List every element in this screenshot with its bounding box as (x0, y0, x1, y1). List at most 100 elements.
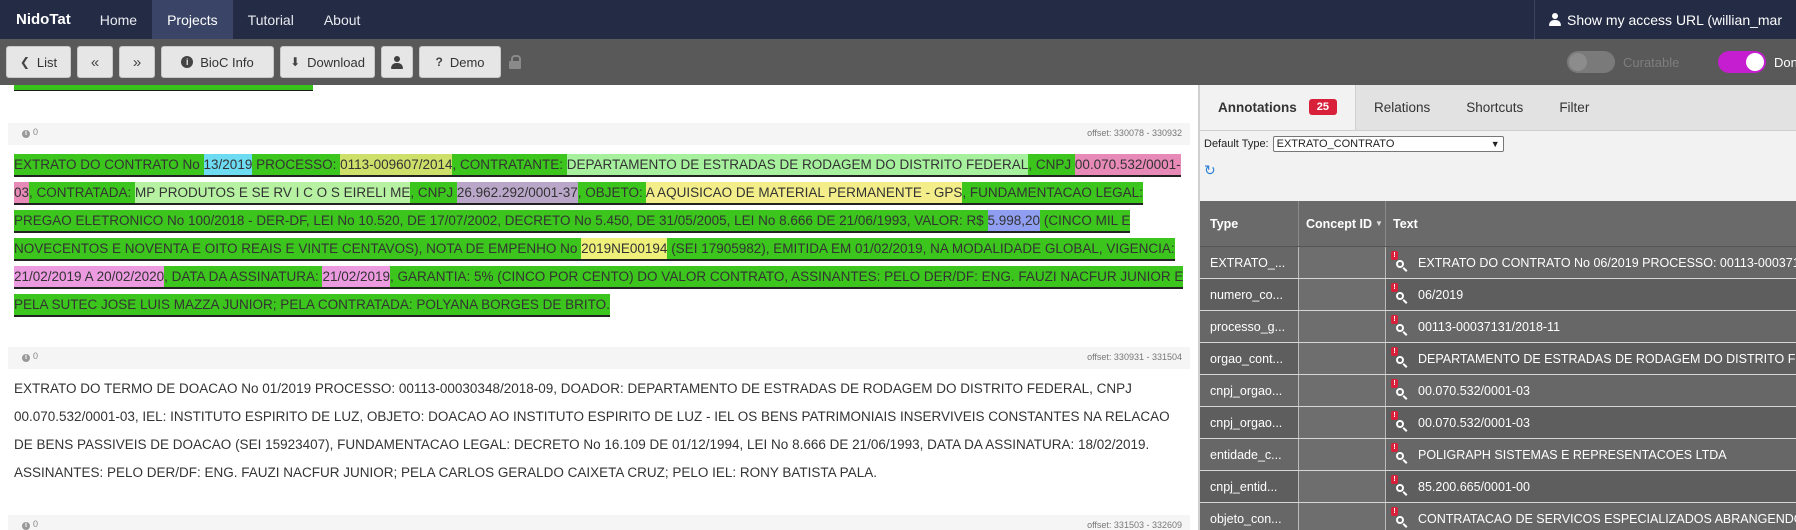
search-icon[interactable]: ! (1391, 442, 1409, 464)
annotation-span[interactable]: , OBJETO: (577, 182, 646, 205)
column-type[interactable]: Type (1200, 201, 1299, 246)
annotation-span[interactable]: A AQUISICAO DE MATERIAL PERMANENTE - GPS (645, 182, 963, 205)
table-row[interactable]: cnpj_orgao... ! 00.070.532/0001-03 (1200, 407, 1796, 439)
previous-document-button[interactable]: « (77, 46, 113, 78)
search-icon[interactable]: ! (1391, 346, 1409, 368)
cell-concept-id (1299, 311, 1386, 342)
passage-1: i0 offset: 330078 - 330932 EXTRATO DO CO… (8, 123, 1190, 319)
default-type-select[interactable]: EXTRATO_CONTRATO ▼ (1272, 136, 1504, 152)
cell-text: ! CONTRATACAO DE SERVICOS ESPECIALIZADOS … (1386, 503, 1796, 530)
annotation-panel: Annotations 25 Relations Shortcuts Filte… (1198, 85, 1796, 530)
done-switch[interactable] (1718, 51, 1766, 73)
passage-text[interactable]: EXTRATO DO CONTRATO No 13/2019 PROCESSO:… (8, 145, 1190, 319)
tab-annotations[interactable]: Annotations 25 (1200, 85, 1356, 130)
cell-text: ! 00.070.532/0001-03 (1386, 407, 1796, 438)
search-icon[interactable]: ! (1391, 378, 1409, 400)
cell-text: ! EXTRATO DO CONTRATO No 06/2019 PROCESSO… (1386, 247, 1796, 278)
column-text[interactable]: Text (1386, 201, 1796, 246)
done-label: Don (1774, 54, 1796, 70)
table-row[interactable]: cnpj_orgao... ! 00.070.532/0001-03 (1200, 375, 1796, 407)
access-url-link[interactable]: Show my access URL (willian_mar (1534, 0, 1796, 39)
annotation-span[interactable]: 21/02/2019 A 20/02/2020 (14, 266, 165, 289)
tab-annotations-label: Annotations (1218, 99, 1297, 115)
done-toggle[interactable]: Don (1718, 51, 1796, 73)
download-button[interactable]: ⬇ Download (280, 46, 375, 78)
curatable-switch[interactable] (1567, 51, 1615, 73)
list-button-label: List (36, 54, 58, 70)
annotation-span[interactable]: , CNPJ (410, 182, 457, 205)
passage-info-badge[interactable]: i0 (22, 127, 38, 138)
annotation-span[interactable]: 21/02/2019 (322, 266, 391, 289)
nav-tutorial[interactable]: Tutorial (233, 0, 309, 39)
demo-button[interactable]: ? Demo (419, 46, 501, 78)
nav-home[interactable]: Home (85, 0, 152, 39)
info-icon: i (22, 130, 30, 138)
search-icon[interactable]: ! (1391, 506, 1409, 528)
previous-passage-annotation[interactable] (14, 85, 313, 91)
default-type-row: Default Type: EXTRATO_CONTRATO ▼ (1200, 131, 1796, 157)
annotation-span[interactable]: (SEI 17905982), EMITIDA EM 01/02/2019, N… (667, 238, 1175, 261)
default-type-value: EXTRATO_CONTRATO (1276, 138, 1395, 150)
nav-projects[interactable]: Projects (152, 0, 233, 39)
annotation-span[interactable]: 0113-009607/2014 (340, 154, 453, 177)
passage-header: i0 offset: 330078 - 330932 (8, 123, 1190, 145)
search-icon[interactable]: ! (1391, 314, 1409, 336)
passage-info-badge[interactable]: i0 (22, 519, 38, 530)
passage-text[interactable]: EXTRATO DO TERMO DE DOACAO No 01/2019 PR… (8, 369, 1190, 487)
annotation-span[interactable]: , CNPJ (1028, 154, 1075, 177)
passage-header: i0 offset: 331503 - 332609 (8, 515, 1190, 530)
table-row[interactable]: cnpj_entid... ! 85.200.665/0001-00 (1200, 471, 1796, 503)
table-row[interactable]: entidade_c... ! POLIGRAPH SISTEMAS E REPRE… (1200, 439, 1796, 471)
table-row[interactable]: EXTRATO_... ! EXTRATO DO CONTRATO No 06/20… (1200, 247, 1796, 279)
annotation-span[interactable]: PROCESSO: (252, 154, 341, 177)
sort-icon: ▼ (1374, 219, 1383, 228)
tab-shortcuts[interactable]: Shortcuts (1448, 85, 1541, 130)
passage-offset: offset: 331503 - 332609 (1087, 520, 1182, 530)
annotation-span[interactable]: DEPARTAMENTO DE ESTRADAS DE RODAGEM DO D… (566, 154, 1029, 177)
annotation-span[interactable]: MP PRODUTOS E SE RV I C O S EIRELI ME (135, 182, 411, 205)
cell-type: processo_g... (1200, 311, 1299, 342)
next-document-button[interactable]: » (119, 46, 155, 78)
search-icon[interactable]: ! (1391, 474, 1409, 496)
tab-relations[interactable]: Relations (1356, 85, 1448, 130)
table-row[interactable]: numero_co... ! 06/2019 (1200, 279, 1796, 311)
brand-logo[interactable]: NidoTat (0, 0, 85, 39)
annotation-span[interactable]: , CONTRATANTE: (452, 154, 567, 177)
annotation-span[interactable]: 13/2019 (203, 154, 253, 177)
passage-2: i0 offset: 330931 - 331504 EXTRATO DO TE… (8, 347, 1190, 487)
cell-text: ! 06/2019 (1386, 279, 1796, 310)
column-concept-id[interactable]: Concept ID ▼ (1299, 201, 1386, 246)
annotation-span[interactable]: 5.998,20 (987, 210, 1041, 233)
cell-concept-id (1299, 471, 1386, 502)
search-icon[interactable]: ! (1391, 250, 1409, 272)
cell-concept-id (1299, 503, 1386, 530)
annotation-span[interactable]: 26.962.292/0001-37 (456, 182, 578, 205)
passage-offset: offset: 330931 - 331504 (1087, 352, 1182, 362)
table-row[interactable]: orgao_cont... ! DEPARTAMENTO DE ESTRADAS D… (1200, 343, 1796, 375)
annotation-span[interactable]: EXTRATO DO CONTRATO No (14, 154, 204, 177)
annotation-span[interactable]: , CONTRATADA: (29, 182, 136, 205)
curatable-toggle[interactable]: Curatable (1567, 51, 1679, 73)
top-navbar: NidoTat Home Projects Tutorial About Sho… (0, 0, 1796, 39)
annotation-span[interactable]: , DATA DA ASSINATURA: (164, 266, 323, 289)
refresh-icon[interactable]: ↻ (1200, 157, 1796, 184)
toolbar: ❮ List « » i BioC Info ⬇ Download ? Demo… (0, 39, 1796, 85)
double-right-icon: » (132, 53, 142, 71)
annotation-span[interactable]: 2019NE00194 (581, 238, 668, 261)
bioc-info-button[interactable]: i BioC Info (161, 46, 274, 78)
nav-about[interactable]: About (309, 0, 376, 39)
list-button[interactable]: ❮ List (6, 46, 71, 78)
user-button[interactable] (381, 46, 413, 78)
search-icon[interactable]: ! (1391, 410, 1409, 432)
table-row[interactable]: objeto_con... ! CONTRATACAO DE SERVICOS ES… (1200, 503, 1796, 530)
chevron-down-icon: ▼ (1490, 139, 1500, 149)
cell-type: cnpj_entid... (1200, 471, 1299, 502)
tab-filter[interactable]: Filter (1541, 85, 1607, 130)
user-icon (1549, 13, 1562, 26)
table-row[interactable]: processo_g... ! 00113-00037131/2018-11 (1200, 311, 1796, 343)
search-icon[interactable]: ! (1391, 282, 1409, 304)
cell-concept-id (1299, 407, 1386, 438)
cell-type: objeto_con... (1200, 503, 1299, 530)
demo-label: Demo (449, 54, 485, 70)
passage-info-badge[interactable]: i0 (22, 351, 38, 362)
